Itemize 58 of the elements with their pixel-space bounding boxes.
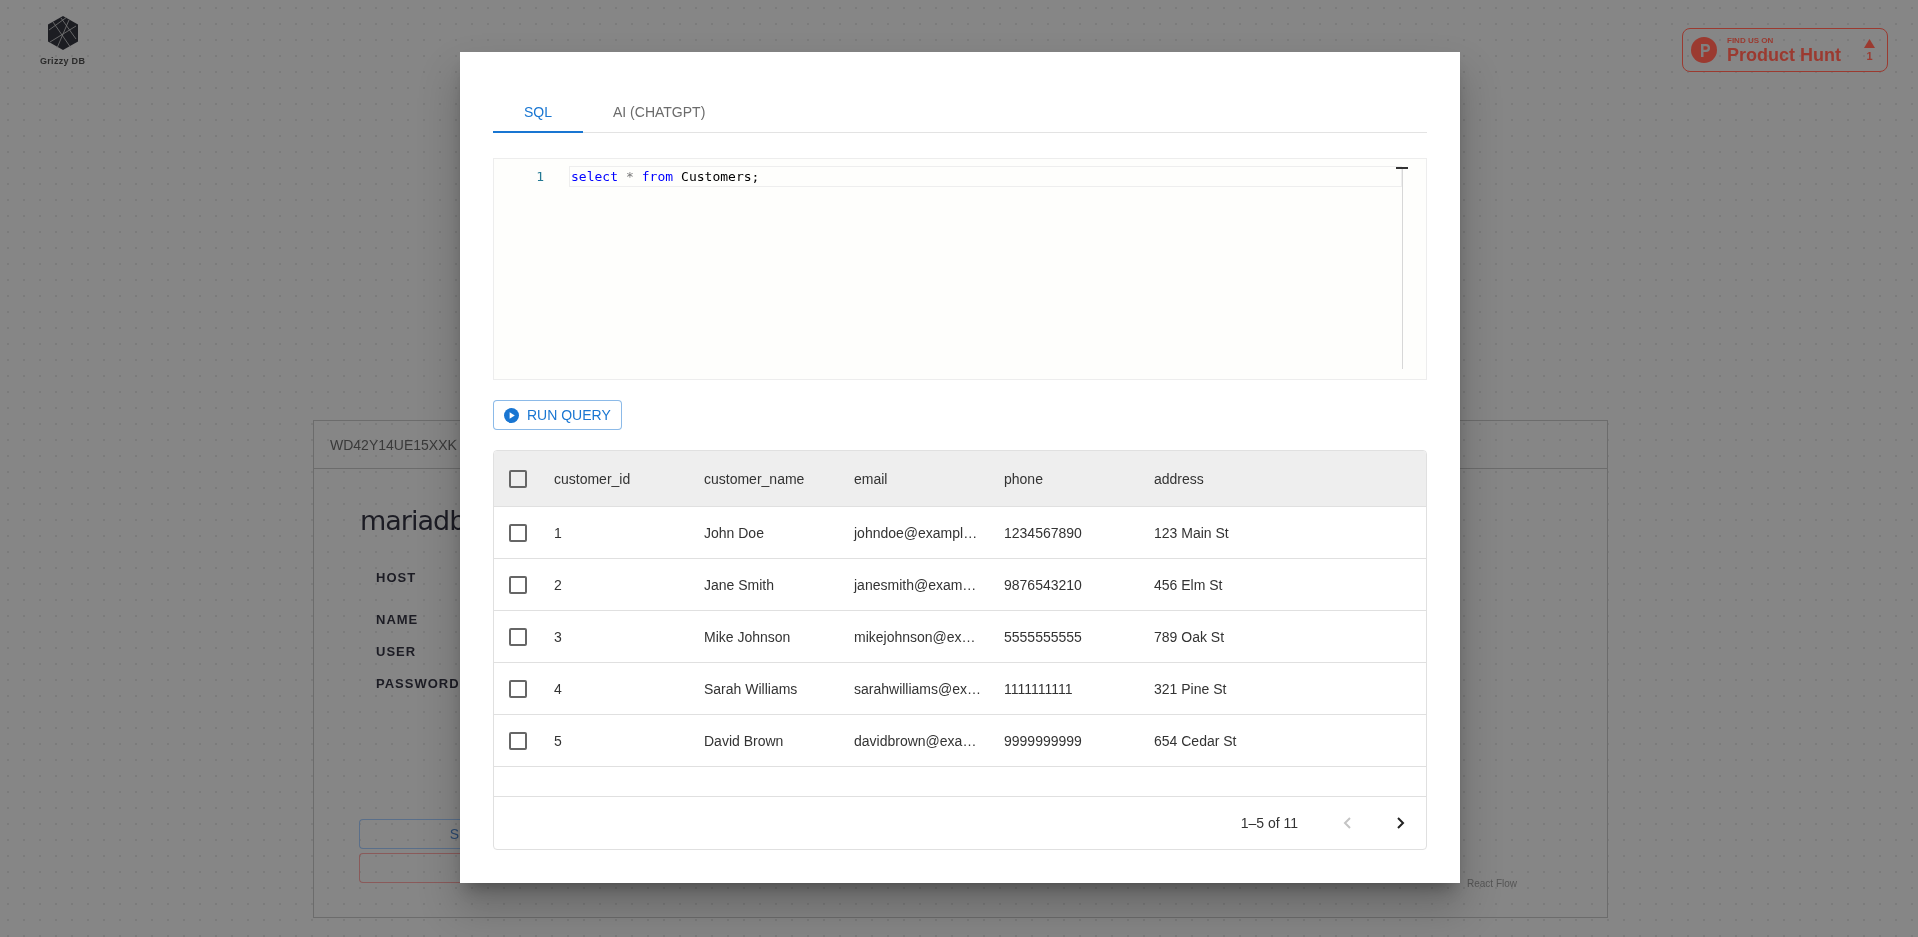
chevron-right-icon	[1397, 817, 1405, 829]
field-label: NAME	[376, 612, 419, 627]
table-cell-text: 5	[554, 732, 563, 749]
table-cell-text: mikejohnson@ex…	[854, 628, 977, 645]
play-icon	[504, 407, 519, 423]
vote-count: 1	[1866, 49, 1873, 62]
table-cell-text: Sarah Williams	[704, 680, 799, 697]
column-header[interactable]: address	[1154, 470, 1426, 487]
table-cell-text: David Brown	[704, 732, 785, 749]
tab[interactable]: SQL	[493, 92, 583, 133]
logo-icon	[46, 15, 79, 51]
table-cell-text: davidbrown@exa…	[854, 732, 978, 749]
column-header[interactable]: email	[854, 470, 1004, 487]
field-label: USER	[376, 644, 417, 659]
table-cell-text: 5555555555	[1004, 628, 1083, 645]
row-checkbox[interactable]	[509, 627, 527, 646]
upvote-triangle-icon	[1864, 38, 1875, 48]
table-cell-text: 654 Cedar St	[1154, 732, 1238, 749]
table-cell-text: 1111111111	[1004, 680, 1074, 697]
table-cell-text: Jane Smith	[704, 576, 776, 593]
table-cell-text: 3	[554, 628, 563, 645]
column-header[interactable]: customer_id	[554, 470, 704, 487]
table-cell-text: 123 Main St	[1154, 524, 1230, 541]
field-label: HOST	[376, 570, 417, 585]
select-all-checkbox[interactable]	[509, 469, 527, 488]
table-cell-text: johndoe@exampl…	[854, 524, 979, 541]
column-header[interactable]: customer_name	[704, 470, 854, 487]
logo-text: Grizzy DB	[40, 56, 86, 66]
code-editor[interactable]: 1 select * from Customers;	[493, 158, 1427, 380]
page-range: 1–5 of 11	[1240, 815, 1298, 831]
badge-title: Product Hunt	[1727, 44, 1842, 65]
table-cell-text: 2	[554, 576, 563, 593]
table-cell-text: sarahwilliams@ex…	[854, 680, 983, 697]
chevron-left-icon	[1343, 817, 1351, 829]
row-checkbox[interactable]	[509, 731, 527, 750]
table-cell-text: 456 Elm St	[1154, 576, 1224, 593]
table-cell-text: 1234567890	[1004, 524, 1083, 541]
node-id: WD42Y14UE15XXK	[330, 436, 457, 453]
row-checkbox[interactable]	[509, 575, 527, 594]
table-cell-text: janesmith@exam…	[854, 576, 978, 593]
column-header[interactable]: phone	[1004, 470, 1154, 487]
line-number: 1	[535, 169, 544, 184]
table-cell-text: 789 Oak St	[1154, 628, 1226, 645]
table-cell-text: 9876543210	[1004, 576, 1083, 593]
run-query-button[interactable]: RUN QUERY	[493, 400, 622, 430]
row-checkbox[interactable]	[509, 523, 527, 542]
table-cell-text: 4	[554, 680, 563, 697]
p-logo-icon	[1691, 37, 1717, 63]
scroll-thumb[interactable]	[1396, 167, 1408, 169]
tab[interactable]: AI (CHATGPT)	[583, 92, 736, 133]
table-cell-text: John Doe	[704, 524, 765, 541]
table-cell-text: 1	[554, 524, 563, 541]
table-cell-text: 9999999999	[1004, 732, 1083, 749]
badge-eyebrow: FIND US ON	[1727, 35, 1775, 45]
table-cell-text: Mike Johnson	[704, 628, 792, 645]
table-cell-text: 321 Pine St	[1154, 680, 1228, 697]
row-checkbox[interactable]	[509, 679, 527, 698]
field-label: PASSWORD	[376, 676, 460, 691]
